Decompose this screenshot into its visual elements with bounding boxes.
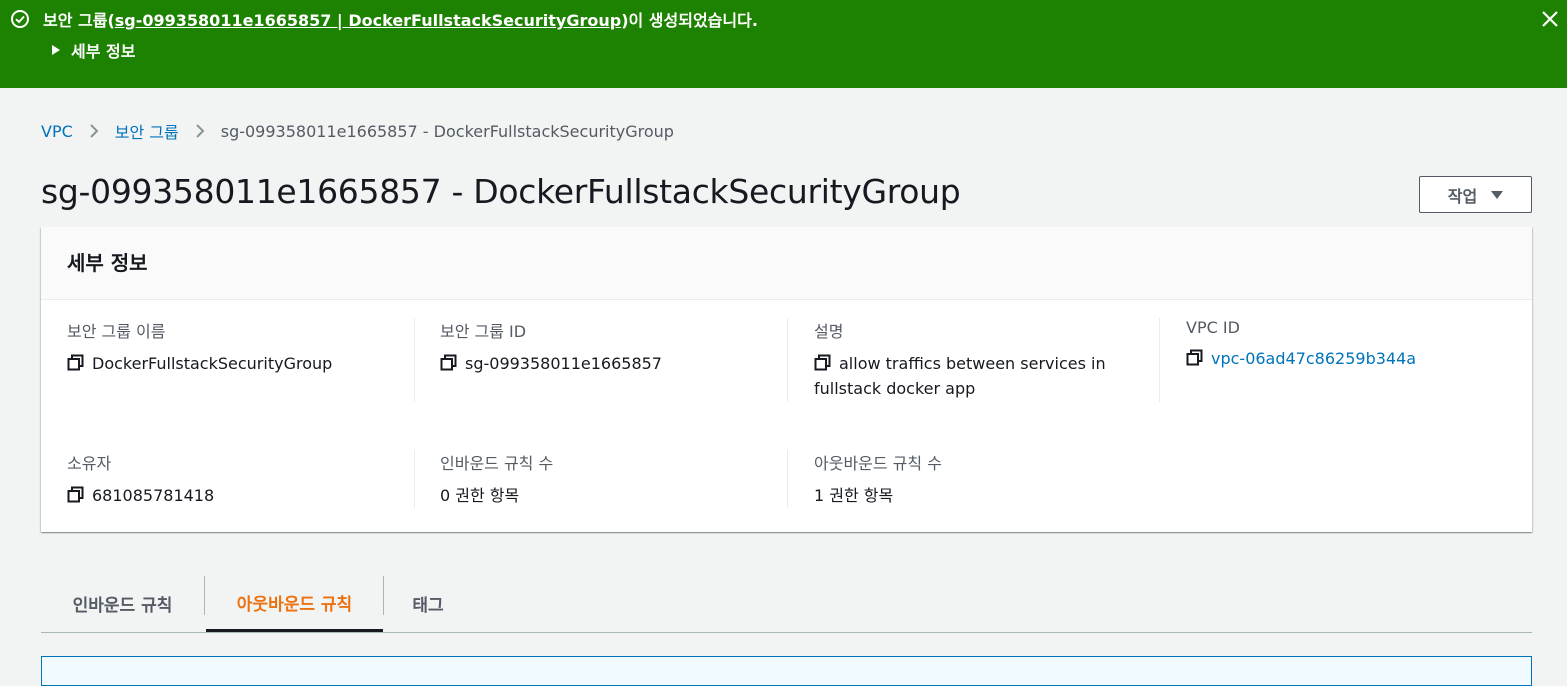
tab-inbound-rules[interactable]: 인바운드 규칙 (41, 576, 204, 631)
actions-button[interactable]: 작업 (1419, 176, 1532, 213)
security-group-name-value: DockerFullstackSecurityGroup (92, 354, 333, 373)
check-circle-icon (11, 10, 29, 28)
tab-outbound-rules[interactable]: 아웃바운드 규칙 (206, 576, 383, 632)
owner-value: 681085781418 (92, 486, 215, 505)
copy-icon[interactable] (440, 354, 457, 371)
flash-message-suffix: )이 생성되었습니다. (621, 11, 758, 30)
description-value: allow traffics between services in fulls… (814, 354, 1106, 398)
copy-icon[interactable] (814, 354, 831, 371)
caret-down-icon (1491, 190, 1504, 199)
field-label: 설명 (814, 322, 844, 341)
field-value: allow traffics between services in fulls… (814, 351, 1144, 401)
chevron-right-icon (196, 124, 205, 138)
outbound-rule-count-value: 1 권한 항목 (814, 486, 894, 505)
breadcrumb: VPC 보안 그룹 sg-099358011e1665857 - DockerF… (41, 119, 674, 143)
field-value: vpc-06ad47c86259b344a (1186, 346, 1526, 371)
details-card-header: 세부 정보 (41, 227, 1532, 300)
copy-icon[interactable] (67, 354, 84, 371)
flash-message-prefix: 보안 그룹( (43, 11, 115, 30)
column-divider (414, 450, 415, 508)
column-divider (787, 450, 788, 508)
field-label: 인바운드 규칙 수 (440, 454, 554, 473)
details-card: 세부 정보 보안 그룹 이름 DockerFullstackSecurityGr… (41, 227, 1532, 532)
success-flash-banner: 보안 그룹(sg-099358011e1665857 | DockerFulls… (0, 0, 1567, 88)
tab-tags[interactable]: 태그 (384, 576, 472, 631)
flash-details-toggle[interactable]: 세부 정보 (52, 38, 135, 62)
breadcrumb-vpc[interactable]: VPC (41, 122, 73, 141)
tab-list: 인바운드 규칙 아웃바운드 규칙 태그 (41, 576, 1532, 633)
field-label: 보안 그룹 ID (440, 322, 527, 341)
actions-button-label: 작업 (1447, 186, 1478, 206)
field-inbound-rule-count: 인바운드 규칙 수 0 권한 항목 (440, 450, 780, 508)
field-label: 소유자 (67, 454, 112, 473)
field-vpc-id: VPC ID vpc-06ad47c86259b344a (1186, 318, 1526, 371)
security-group-id-value: sg-099358011e1665857 (465, 354, 662, 373)
close-icon[interactable] (1540, 9, 1560, 29)
chevron-right-icon (90, 124, 99, 138)
field-owner: 소유자 681085781418 (67, 450, 407, 508)
inbound-rule-count-value: 0 권한 항목 (440, 486, 520, 505)
copy-icon[interactable] (1186, 349, 1203, 366)
security-group-link[interactable]: sg-099358011e1665857 | DockerFullstackSe… (115, 11, 621, 30)
vpc-id-link[interactable]: vpc-06ad47c86259b344a (1211, 349, 1416, 368)
page-title: sg-099358011e1665857 - DockerFullstackSe… (41, 172, 961, 211)
field-label: 보안 그룹 이름 (67, 322, 166, 341)
field-value: sg-099358011e1665857 (440, 351, 780, 376)
field-label: VPC ID (1186, 318, 1240, 337)
breadcrumb-current: sg-099358011e1665857 - DockerFullstackSe… (220, 121, 674, 141)
info-alert-box (41, 656, 1532, 686)
column-divider (414, 318, 415, 402)
field-value: DockerFullstackSecurityGroup (67, 351, 407, 376)
flash-details-label: 세부 정보 (71, 42, 136, 61)
field-outbound-rule-count: 아웃바운드 규칙 수 1 권한 항목 (814, 450, 1154, 508)
caret-right-icon (52, 45, 60, 55)
copy-icon[interactable] (67, 486, 84, 503)
tab-divider (204, 576, 205, 615)
column-divider (1159, 318, 1160, 402)
flash-message: 보안 그룹(sg-099358011e1665857 | DockerFulls… (43, 7, 758, 31)
field-security-group-name: 보안 그룹 이름 DockerFullstackSecurityGroup (67, 318, 407, 376)
breadcrumb-security-groups[interactable]: 보안 그룹 (115, 119, 179, 143)
field-description: 설명 allow traffics between services in fu… (814, 318, 1144, 401)
field-label: 아웃바운드 규칙 수 (814, 454, 942, 473)
field-value: 681085781418 (67, 483, 407, 508)
details-card-title: 세부 정보 (67, 251, 148, 275)
field-security-group-id: 보안 그룹 ID sg-099358011e1665857 (440, 318, 780, 376)
column-divider (787, 318, 788, 402)
